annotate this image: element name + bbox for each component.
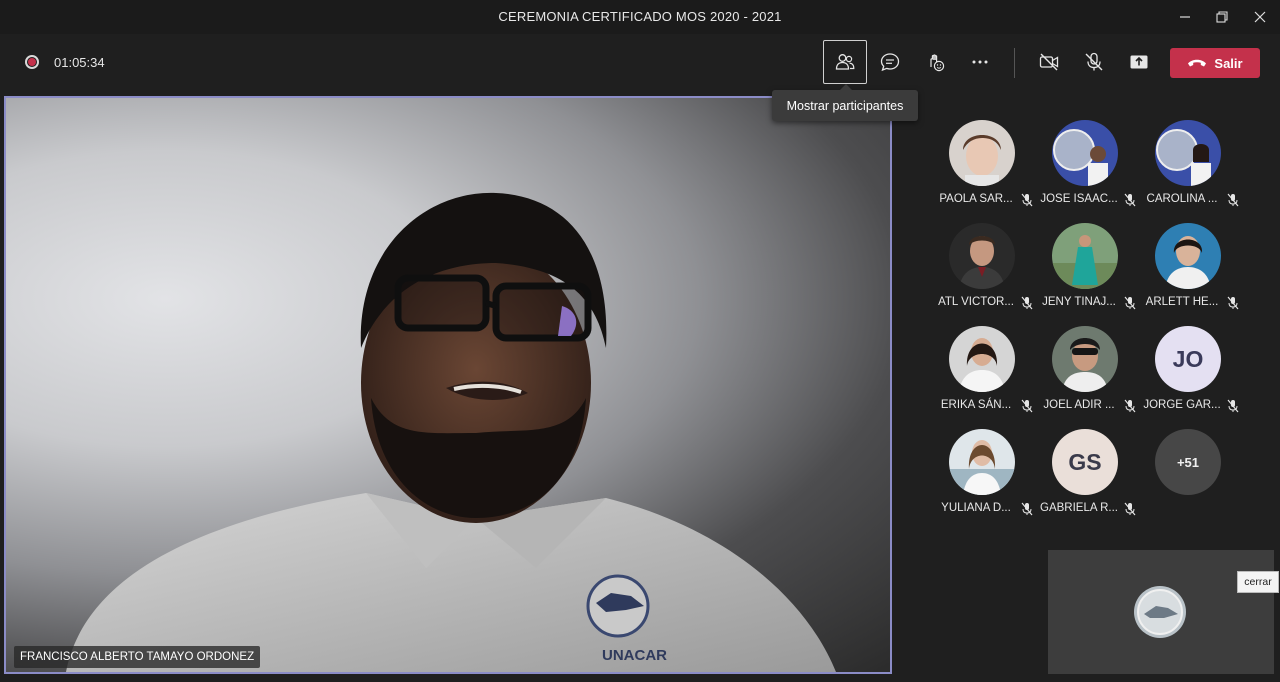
chat-button[interactable] (868, 40, 912, 84)
avatar-initials: GS (1052, 429, 1118, 495)
participant-tile[interactable]: PAOLA SAR... (933, 118, 1033, 218)
close-preview-tooltip[interactable]: cerrar (1237, 571, 1279, 593)
avatar (1052, 326, 1118, 392)
share-screen-button[interactable] (1117, 40, 1161, 84)
leave-meeting-button[interactable]: Salir (1170, 48, 1260, 78)
participant-name: GABRIELA R... (1040, 502, 1118, 514)
participant-tile[interactable]: GS GABRIELA R... (1036, 427, 1136, 527)
meeting-toolbar: 01:05:34 Salir (0, 34, 1280, 92)
participant-name: JENY TINAJ... (1042, 296, 1116, 308)
share-icon (1130, 55, 1148, 69)
mic-off-icon (1085, 52, 1103, 71)
participant-name: ATL VICTOR... (938, 296, 1014, 308)
avatar (1155, 120, 1221, 186)
participant-tile[interactable]: ARLETT HE... (1139, 221, 1239, 321)
speaker-name-tag: FRANCISCO ALBERTO TAMAYO ORDONEZ (14, 646, 261, 668)
close-window-button[interactable] (1242, 2, 1278, 32)
participant-name: JORGE GAR... (1143, 399, 1221, 411)
mic-off-icon (1021, 296, 1033, 310)
participant-tile[interactable]: ERIKA SÁN... (933, 324, 1033, 424)
leave-label: Salir (1214, 55, 1243, 71)
participant-tile[interactable]: JENY TINAJ... (1036, 221, 1136, 321)
camera-toggle-button[interactable] (1027, 40, 1071, 84)
participant-name: JOEL ADIR ... (1043, 399, 1115, 411)
participants-tooltip: Mostrar participantes (772, 84, 918, 121)
meeting-timer: 01:05:34 (54, 55, 105, 70)
window-title: CEREMONIA CERTIFICADO MOS 2020 - 2021 (498, 9, 782, 24)
mic-off-icon (1227, 296, 1239, 310)
mic-off-icon (1124, 193, 1136, 207)
restore-button[interactable] (1204, 2, 1240, 32)
avatar (949, 429, 1015, 495)
hang-up-icon (1188, 59, 1207, 67)
mic-off-icon (1124, 399, 1136, 413)
mic-off-icon (1021, 502, 1033, 516)
more-icon (972, 60, 988, 64)
mic-off-icon (1227, 193, 1239, 207)
participant-name: PAOLA SAR... (939, 193, 1013, 205)
avatar-initials: JO (1155, 326, 1221, 392)
mic-off-icon (1227, 399, 1239, 413)
avatar (949, 326, 1015, 392)
self-video-preview[interactable] (1048, 550, 1274, 674)
title-bar: CEREMONIA CERTIFICADO MOS 2020 - 2021 (0, 0, 1280, 34)
mic-off-icon (1124, 502, 1136, 516)
chat-icon (880, 53, 900, 72)
participant-name: JOSE ISAAC... (1040, 193, 1118, 205)
close-icon (1254, 11, 1266, 23)
reactions-button[interactable] (913, 40, 957, 84)
participant-name: ERIKA SÁN... (940, 399, 1012, 411)
participant-tile[interactable]: JOSE ISAAC... (1036, 118, 1136, 218)
recording-indicator-icon (25, 55, 39, 69)
participant-name: YULIANA D... (941, 502, 1011, 514)
mic-off-icon (1021, 193, 1033, 207)
participant-tile[interactable]: ATL VICTOR... (933, 221, 1033, 321)
self-avatar (1134, 586, 1186, 638)
avatar (949, 223, 1015, 289)
participant-tile[interactable]: YULIANA D... (933, 427, 1033, 527)
participant-tile[interactable]: JO JORGE GAR... (1139, 324, 1239, 424)
mic-toggle-button[interactable] (1072, 40, 1116, 84)
mic-off-icon (1124, 296, 1136, 310)
participant-name: CAROLINA ... (1146, 193, 1218, 205)
avatar (1052, 120, 1118, 186)
participant-tile[interactable]: JOEL ADIR ... (1036, 324, 1136, 424)
more-participants-tile[interactable]: +51 (1139, 427, 1239, 527)
main-speaker-video[interactable]: UNACAR FRANCISCO ALBERTO TAMAYO ORDONEZ (4, 96, 892, 674)
avatar (1052, 223, 1118, 289)
show-participants-button[interactable] (823, 40, 867, 84)
camera-off-icon (1039, 53, 1059, 71)
minimize-icon (1180, 16, 1190, 18)
toolbar-divider (1014, 48, 1015, 78)
teams-meeting-window: CEREMONIA CERTIFICADO MOS 2020 - 2021 01… (0, 0, 1280, 682)
avatar (949, 120, 1015, 186)
mic-off-icon (1021, 399, 1033, 413)
participants-icon (835, 54, 855, 70)
restore-icon (1216, 11, 1228, 23)
avatar (1155, 223, 1221, 289)
participant-tile[interactable]: CAROLINA ... (1139, 118, 1239, 218)
shirt-logo-text: UNACAR (602, 647, 667, 664)
participant-name: ARLETT HE... (1145, 296, 1219, 308)
minimize-button[interactable] (1167, 2, 1203, 32)
speaker-video-image: UNACAR (66, 192, 836, 672)
reactions-icon (930, 54, 945, 72)
more-actions-button[interactable] (958, 40, 1002, 84)
more-participants-count: +51 (1155, 429, 1221, 495)
